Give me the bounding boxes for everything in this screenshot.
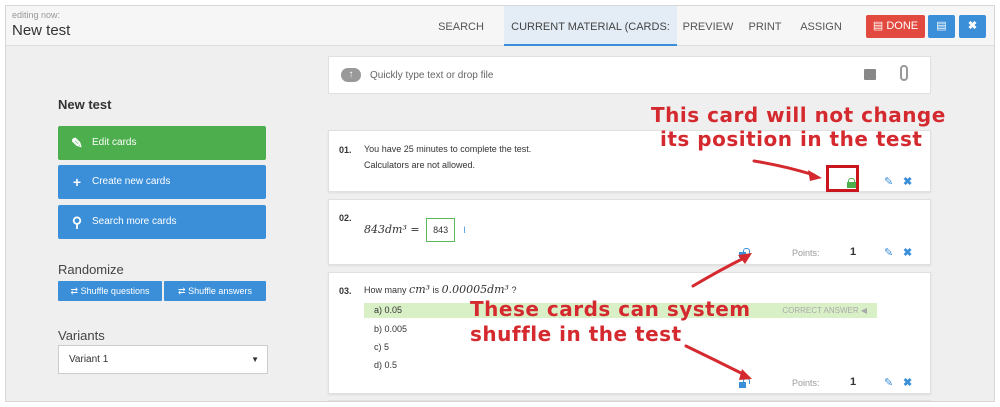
math-expression: cm³ xyxy=(409,283,431,296)
quick-input-placeholder: Quickly type text or drop file xyxy=(370,70,494,81)
pencil-icon[interactable]: ✎ xyxy=(884,175,893,188)
answer-letter: a) xyxy=(374,305,383,315)
highlight-frame xyxy=(826,165,859,192)
upload-arrow-icon: ↑ xyxy=(348,69,354,80)
lock-open-icon[interactable] xyxy=(739,248,750,258)
shuffle-answers-button[interactable]: ⇄ Shuffle answers xyxy=(164,281,266,301)
document-title: New test xyxy=(12,22,71,39)
points-label: Points: xyxy=(792,248,820,258)
unit-label: l xyxy=(463,225,466,235)
pencil-icon: ✎ xyxy=(71,135,83,151)
card-04-partial[interactable] xyxy=(328,400,931,401)
shuffle-questions-button[interactable]: ⇄ Shuffle questions xyxy=(58,281,162,301)
edit-cards-button[interactable]: ✎ Edit cards xyxy=(58,126,266,160)
answer-text: 0.5 xyxy=(384,360,398,370)
answer-text: 0.05 xyxy=(384,305,403,315)
card-line: You have 25 minutes to complete the test… xyxy=(364,144,532,154)
done-button[interactable]: ▤ DONE xyxy=(866,15,925,38)
tab-assign[interactable]: ASSIGN xyxy=(791,6,851,46)
answer-input[interactable]: 843 xyxy=(426,218,456,242)
answer-option-d[interactable]: d) 0.5 xyxy=(364,358,877,373)
tab-print[interactable]: PRINT xyxy=(739,6,791,46)
card-question: 843dm³ = 843 l xyxy=(364,218,466,242)
save-button[interactable]: ▤ xyxy=(928,15,955,38)
delete-icon[interactable]: ✖ xyxy=(903,175,912,188)
done-label: DONE xyxy=(886,20,919,32)
card-number: 03. xyxy=(339,286,352,296)
close-button[interactable]: ✖ xyxy=(959,15,986,38)
randomize-title: Randomize xyxy=(58,262,124,277)
question-mid: is xyxy=(432,285,440,295)
points-value[interactable]: 1 xyxy=(850,246,856,258)
annotation-shuffle-line2: shuffle in the test xyxy=(470,322,682,346)
annotation-locked-line1: This card will not change xyxy=(651,103,946,127)
points-value[interactable]: 1 xyxy=(850,376,856,388)
answer-letter: b) xyxy=(374,324,383,334)
quick-input-bar[interactable]: ↑ Quickly type text or drop file xyxy=(328,56,931,94)
search-cards-button[interactable]: ⚲ Search more cards xyxy=(58,205,266,239)
shuffle-answers-label: Shuffle answers xyxy=(188,286,252,296)
shuffle-icon: ⇄ xyxy=(178,286,189,296)
card-question: How many cm³ is 0.00005dm³ ? xyxy=(364,282,516,298)
question-prefix: How many xyxy=(364,285,407,295)
variant-select[interactable]: Variant 1 ▼ xyxy=(58,345,268,374)
paperclip-icon[interactable] xyxy=(900,65,908,81)
variant-selected-value: Variant 1 xyxy=(69,354,109,365)
tab-search-cards[interactable]: SEARCH CARDS xyxy=(418,6,504,75)
caret-down-icon: ▼ xyxy=(251,355,259,364)
annotation-locked-line2: its position in the test xyxy=(660,127,923,151)
pencil-icon[interactable]: ✎ xyxy=(884,376,893,389)
answer-letter: c) xyxy=(374,342,382,352)
answer-text: 5 xyxy=(384,342,390,352)
search-cards-label: Search more cards xyxy=(92,216,177,227)
create-cards-label: Create new cards xyxy=(92,176,171,187)
plus-icon: + xyxy=(72,174,82,190)
variants-title: Variants xyxy=(58,328,105,343)
tab-current-material[interactable]: CURRENT MATERIAL (CARDS: 11) xyxy=(504,6,677,75)
edit-cards-label: Edit cards xyxy=(92,137,137,148)
floppy-disk-icon: ▤ xyxy=(936,20,947,32)
card-number: 02. xyxy=(339,213,352,223)
create-cards-button[interactable]: + Create new cards xyxy=(58,165,266,199)
image-icon[interactable] xyxy=(864,69,876,80)
card-number: 01. xyxy=(339,145,352,155)
math-expression: 0.00005dm³ xyxy=(441,283,509,296)
search-icon: ⚲ xyxy=(71,214,83,230)
answer-text: 0.005 xyxy=(384,324,408,334)
card-text: You have 25 minutes to complete the test… xyxy=(364,141,531,173)
tab-preview[interactable]: PREVIEW xyxy=(677,6,739,46)
sidebar-heading: New test xyxy=(58,97,112,112)
question-suffix: ? xyxy=(511,285,517,295)
shuffle-questions-label: Shuffle questions xyxy=(80,286,150,296)
card-02[interactable]: 02. 843dm³ = 843 l Points: 1 ✎ ✖ xyxy=(328,199,931,265)
delete-icon[interactable]: ✖ xyxy=(903,376,912,389)
pencil-icon[interactable]: ✎ xyxy=(884,246,893,259)
delete-icon[interactable]: ✖ xyxy=(903,246,912,259)
top-bar: editing now: New test SEARCH CARDS CURRE… xyxy=(6,6,994,75)
close-icon: ✖ xyxy=(967,20,978,32)
editing-label: editing now: xyxy=(12,10,61,20)
correct-answer-label: CORRECT ANSWER ◀ xyxy=(782,306,867,315)
points-label: Points: xyxy=(792,378,820,388)
floppy-disk-icon: ▤ xyxy=(872,20,887,32)
card-line: Calculators are not allowed. xyxy=(364,160,476,170)
annotation-shuffle-line1: These cards can system xyxy=(470,297,751,321)
math-expression: 843dm³ = xyxy=(364,223,420,236)
answer-letter: d) xyxy=(374,360,383,370)
shuffle-icon: ⇄ xyxy=(70,286,81,296)
lock-open-icon[interactable] xyxy=(739,378,750,388)
